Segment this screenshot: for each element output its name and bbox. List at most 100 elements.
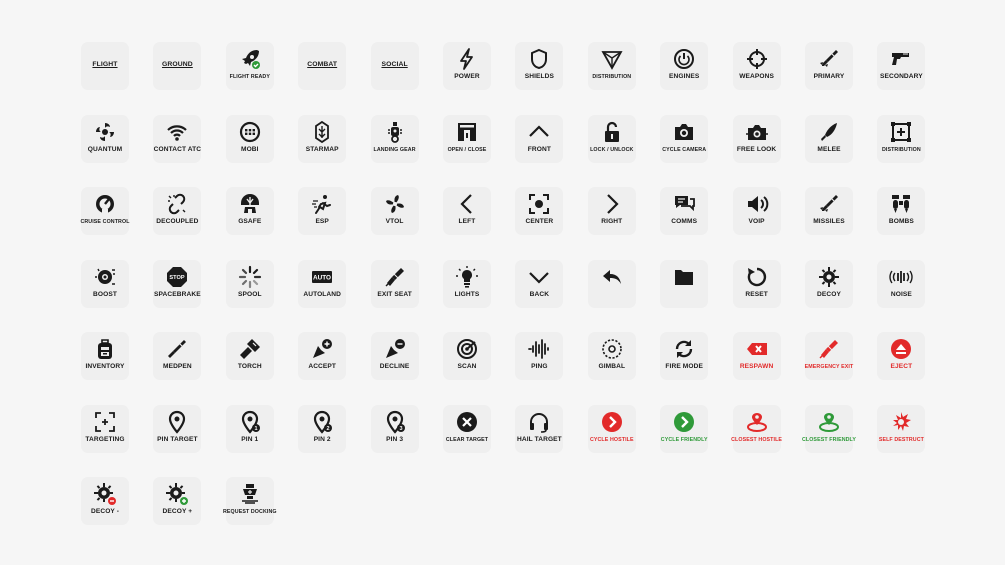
action-tile[interactable]: LEFT <box>443 187 491 235</box>
action-tile[interactable]: CYCLE CAMERA <box>660 114 709 163</box>
action-tile[interactable]: BOMBS <box>877 187 926 235</box>
action-tile[interactable]: BOOST <box>81 259 129 308</box>
action-tile[interactable]: MEDPEN <box>153 332 202 380</box>
action-tile[interactable]: WEAPONS <box>732 42 781 90</box>
action-label: DECLINE <box>379 363 410 370</box>
radar-icon <box>455 337 479 361</box>
action-tile[interactable]: INVENTORY <box>81 332 129 380</box>
action-tile[interactable]: CYCLE HOSTILE <box>587 404 636 453</box>
action-tile[interactable]: MOBI <box>225 114 274 163</box>
action-label: VTOL <box>385 218 404 225</box>
action-tile[interactable]: CENTER <box>515 187 564 235</box>
action-tile[interactable]: OPEN / CLOSE <box>443 114 491 163</box>
action-tile[interactable] <box>660 259 709 308</box>
action-tile[interactable]: COMMS <box>660 187 709 235</box>
action-tile[interactable]: LANDING GEAR <box>370 114 419 163</box>
action-tile[interactable]: 3 PIN 3 <box>370 404 419 453</box>
action-tile[interactable]: RIGHT <box>587 187 636 235</box>
headset-icon <box>527 410 551 434</box>
action-tile[interactable]: MELEE <box>805 114 853 163</box>
action-tile[interactable]: VOIP <box>732 187 781 235</box>
action-tile[interactable]: FLIGHT READY <box>225 42 274 90</box>
action-tile[interactable]: SECONDARY <box>877 42 926 90</box>
action-tile[interactable]: DECOY + <box>153 477 202 525</box>
action-tile[interactable]: EXIT SEAT <box>370 259 419 308</box>
action-tile[interactable]: PIN TARGET <box>153 404 202 453</box>
action-tile[interactable]: POWER <box>443 42 491 90</box>
action-label: SPOOL <box>238 290 262 298</box>
action-tile[interactable]: FLIGHT <box>81 42 129 90</box>
action-tile[interactable]: HAIL TARGET <box>515 404 564 453</box>
action-tile[interactable]: MISSILES <box>805 187 853 235</box>
action-tile[interactable]: SELF DESTRUCT <box>877 404 926 453</box>
action-tile[interactable]: CRUISE CONTROL <box>80 187 129 235</box>
action-tile[interactable]: STARMAP <box>298 114 347 163</box>
action-tile[interactable]: GIMBAL <box>587 332 636 380</box>
action-tile[interactable]: DISTRIBUTION <box>587 42 636 90</box>
action-tile[interactable]: VTOL <box>370 187 419 235</box>
lightbulb-icon <box>455 265 479 289</box>
action-tile[interactable]: GSAFE <box>225 187 274 235</box>
action-tile[interactable]: CLEAR TARGET <box>443 404 491 453</box>
action-tile[interactable]: DISTRIBUTION <box>877 114 926 163</box>
action-tile[interactable]: ESP <box>298 187 347 235</box>
action-tile[interactable]: FRONT <box>515 114 564 163</box>
action-tile[interactable]: RESPAWN <box>732 332 781 380</box>
action-tile[interactable]: TARGETING <box>81 404 129 453</box>
action-tile[interactable]: SCAN <box>443 332 491 380</box>
action-tile[interactable]: PRIMARY <box>805 42 853 90</box>
action-tile[interactable]: CLOSEST HOSTILE <box>731 404 782 453</box>
decoy-minus-icon <box>93 482 117 506</box>
action-label: RESET <box>745 290 768 298</box>
action-label: PRIMARY <box>813 73 845 80</box>
action-tile[interactable]: FREE LOOK <box>732 114 781 163</box>
action-tile[interactable]: 2 PIN 2 <box>298 404 347 453</box>
action-tile[interactable]: AUTO AUTOLAND <box>298 259 347 308</box>
auto-badge-icon: AUTO <box>310 265 334 289</box>
action-tile[interactable]: STOP SPACEBRAKE <box>153 259 202 308</box>
action-tile[interactable]: TORCH <box>225 332 274 380</box>
action-tile[interactable]: EMERGENCY EXIT <box>805 332 853 380</box>
action-tile[interactable]: ACCEPT <box>298 332 347 380</box>
action-tile[interactable]: BACK <box>515 259 564 308</box>
action-tile[interactable]: CLOSEST FRIENDLY <box>802 404 856 453</box>
self-destruct-icon <box>889 410 913 434</box>
action-tile[interactable]: LIGHTS <box>443 259 491 308</box>
action-tile[interactable]: DECOUPLED <box>153 187 202 235</box>
action-tile[interactable]: SPOOL <box>225 259 274 308</box>
exit-seat-icon <box>383 265 407 289</box>
action-tile[interactable]: 1 PIN 1 <box>225 404 274 453</box>
action-label: RIGHT <box>601 218 623 225</box>
action-tile[interactable]: DECLINE <box>370 332 419 380</box>
action-label: GROUND <box>161 61 193 68</box>
cursor-minus-icon <box>383 337 407 361</box>
action-tile[interactable]: ENGINES <box>660 42 709 90</box>
action-tile[interactable]: EJECT <box>877 332 926 380</box>
action-tile[interactable]: COMBAT <box>298 42 347 90</box>
action-tile[interactable]: RESET <box>732 259 781 308</box>
action-tile[interactable]: GROUND <box>153 42 202 90</box>
action-tile[interactable]: SOCIAL <box>370 42 419 90</box>
eject-icon <box>889 337 913 361</box>
action-tile[interactable]: SHIELDS <box>515 42 564 90</box>
action-tile[interactable]: PING <box>515 332 564 380</box>
action-tile[interactable]: CYCLE FRIENDLY <box>660 404 709 453</box>
action-tile[interactable] <box>587 259 636 308</box>
action-tile[interactable]: DECOY <box>805 259 853 308</box>
action-tile[interactable]: FIRE MODE <box>660 332 709 380</box>
action-tile[interactable]: QUANTUM <box>81 114 129 163</box>
targeting-frame-icon <box>93 410 117 434</box>
action-label: ENGINES <box>668 73 700 80</box>
action-tile[interactable]: CONTACT ATC <box>153 114 202 163</box>
action-tile[interactable]: NOISE <box>877 259 926 308</box>
decoy-icon <box>817 265 841 289</box>
action-tile[interactable]: LOCK / UNLOCK <box>587 114 636 163</box>
action-label: TARGETING <box>85 435 125 443</box>
action-tile[interactable]: REQUEST DOCKING <box>223 477 276 525</box>
action-label: BACK <box>529 290 550 298</box>
svg-text:STOP: STOP <box>170 275 185 281</box>
action-label: LEFT <box>458 218 476 225</box>
action-tile[interactable]: DECOY - <box>81 477 129 525</box>
closest-friendly-icon <box>817 410 841 434</box>
action-label: PIN 3 <box>386 435 404 443</box>
